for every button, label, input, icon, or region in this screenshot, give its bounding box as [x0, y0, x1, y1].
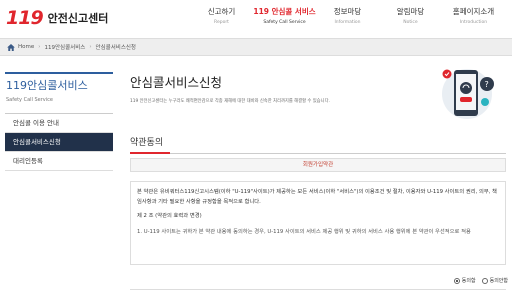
disagree-option[interactable]: 동의안함 [481, 277, 508, 284]
nav-label: 홈페이지소개 [452, 7, 495, 16]
breadcrumb-home[interactable]: Home [18, 44, 34, 50]
nav-notice[interactable]: 알림마당 Notice [379, 6, 442, 25]
nav-sublabel: Report [214, 20, 229, 25]
sidebar-menu: 안심콜 이용 안내 안심콜서비스신청 대리인등록 [5, 113, 113, 171]
phone-call-illustration: ? [442, 69, 494, 119]
agree-label: 동의함 [461, 278, 476, 284]
breadcrumb-level1[interactable]: 119안심콜서비스 [44, 43, 85, 51]
terms-text-box[interactable]: 본 약관은 유비쿼터스119신고시스템(이하 "U-119"사이트)가 제공하는… [130, 181, 506, 265]
breadcrumb-separator: › [89, 44, 92, 50]
agree-option[interactable]: 동의함 [453, 277, 476, 284]
logo-text: 안전신고센터 [47, 12, 109, 25]
section-divider [130, 152, 506, 154]
sidebar-item-usage-guide[interactable]: 안심콜 이용 안내 [5, 114, 113, 133]
nav-sublabel: Safety Call Service [263, 20, 306, 25]
breadcrumb: Home › 119안심콜서비스 › 안심콜서비스신청 [0, 38, 512, 56]
svg-text:?: ? [485, 80, 489, 89]
sidebar-title: 119안심콜서비스 [5, 72, 113, 93]
disagree-label: 동의안함 [489, 278, 508, 284]
disagree-radio[interactable] [481, 277, 488, 284]
nav-label: 신고하기 [207, 7, 236, 16]
home-icon[interactable] [7, 43, 15, 51]
nav-safety-call[interactable]: 119 안심콜 서비스 Safety Call Service [253, 6, 316, 25]
site-header: 119 안전신고센터 신고하기 Report 119 안심콜 서비스 Safet… [0, 0, 512, 38]
breadcrumb-separator: › [38, 44, 41, 50]
agree-radio[interactable] [453, 277, 460, 284]
sidebar: 119안심콜서비스 Safety Call Service 안심콜 이용 안내 … [5, 72, 113, 171]
nav-label: 알림마당 [396, 7, 425, 16]
logo-mark: 119 [6, 7, 44, 29]
breadcrumb-level2: 안심콜서비스신청 [95, 45, 136, 51]
nav-introduction[interactable]: 홈페이지소개 Introduction [442, 6, 505, 25]
terms-item: 1. U-119 사이트는 귀하가 본 약관 내용에 동의하는 경우, U-11… [137, 229, 471, 235]
section-title: 약관동의 [130, 138, 164, 148]
terms-article-title: 제 2 조 (약관의 효력과 변경) [137, 213, 202, 219]
global-nav: 신고하기 Report 119 안심콜 서비스 Safety Call Serv… [190, 6, 505, 25]
bottom-divider [130, 289, 506, 290]
nav-label: 119 안심콜 서비스 [253, 7, 316, 16]
terms-paragraph: 본 약관은 유비쿼터스119신고시스템(이하 "U-119"사이트)가 제공하는… [137, 189, 497, 205]
nav-label: 정보마당 [333, 7, 362, 16]
nav-sublabel: Information [334, 20, 361, 25]
agree-options: 동의함 동의안함 [448, 277, 508, 284]
site-logo[interactable]: 119 안전신고센터 [6, 6, 108, 30]
terms-header: 회원가입약관 [130, 158, 506, 172]
nav-report[interactable]: 신고하기 Report [190, 6, 253, 25]
nav-information[interactable]: 정보마당 Information [316, 6, 379, 25]
sidebar-item-apply[interactable]: 안심콜서비스신청 [5, 133, 113, 152]
sidebar-subtitle: Safety Call Service [6, 97, 53, 103]
sidebar-item-agent-register[interactable]: 대리인등록 [5, 152, 113, 171]
nav-sublabel: Notice [403, 20, 418, 25]
main-content: 안심콜서비스신청 119 안전신고센터는 누구라도 쾌적편안감으로 각종 재해에… [130, 69, 506, 119]
nav-sublabel: Introduction [459, 20, 488, 25]
